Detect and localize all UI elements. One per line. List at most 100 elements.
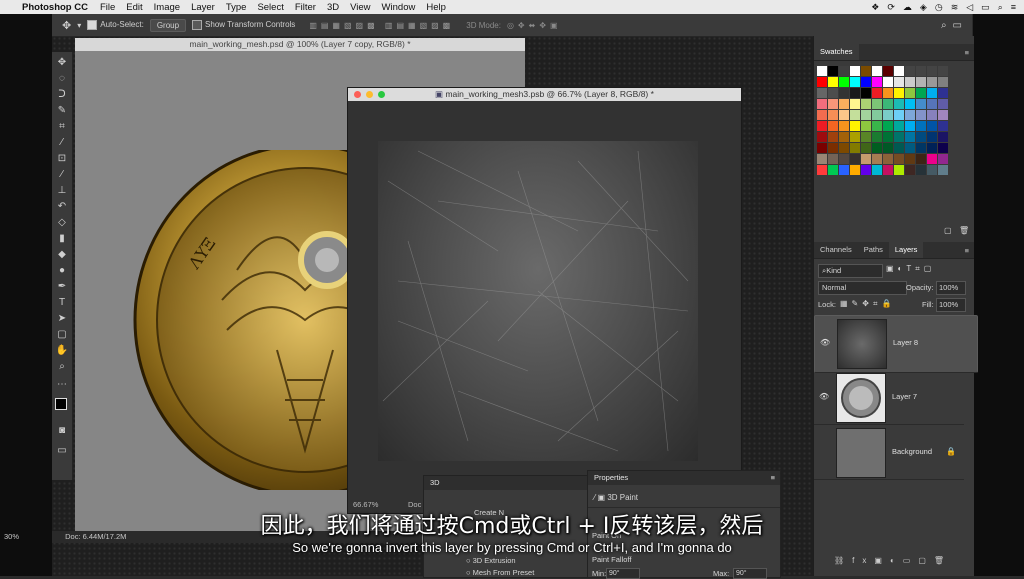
tab-3d[interactable]: 3D	[430, 478, 440, 487]
3d-paint-mode[interactable]: ⁄ ▣ 3D Paint	[594, 493, 638, 502]
color-swatch[interactable]	[883, 66, 893, 76]
layer-filter-kind-dropdown[interactable]: ⌕Kind	[818, 264, 883, 278]
color-swatch[interactable]	[872, 77, 882, 87]
color-swatch[interactable]	[850, 154, 860, 164]
screen-mode-icon[interactable]: ▭	[55, 444, 69, 458]
color-swatch[interactable]	[938, 99, 948, 109]
color-swatch[interactable]	[927, 143, 937, 153]
blur-tool-icon[interactable]: ◆	[55, 248, 69, 262]
color-swatch[interactable]	[839, 99, 849, 109]
color-swatch[interactable]	[905, 88, 915, 98]
eraser-tool-icon[interactable]: ◇	[55, 216, 69, 230]
color-swatch[interactable]	[916, 143, 926, 153]
color-swatch[interactable]	[894, 143, 904, 153]
delete-swatch-icon[interactable]: 🗑	[959, 226, 969, 235]
color-swatch[interactable]	[839, 154, 849, 164]
brush-tool-icon[interactable]: ∕	[55, 168, 69, 182]
color-swatch[interactable]	[828, 88, 838, 98]
eye-icon[interactable]: 👁	[820, 338, 830, 347]
color-swatch[interactable]	[927, 99, 937, 109]
tab-layers[interactable]: Layers	[888, 242, 924, 258]
shield-icon[interactable]: ◈	[920, 2, 927, 13]
properties-menu-icon[interactable]: ≡	[771, 471, 775, 485]
color-swatch[interactable]	[828, 132, 838, 142]
color-swatch[interactable]	[861, 88, 871, 98]
color-swatch[interactable]	[850, 165, 860, 175]
cloud-icon[interactable]: ☁	[903, 2, 912, 13]
workspace-switcher-icon[interactable]: ▭	[953, 20, 962, 31]
color-swatch[interactable]	[861, 66, 871, 76]
sync-icon[interactable]: ⟳	[887, 2, 895, 13]
minimize-button[interactable]	[366, 91, 373, 98]
menu-view[interactable]: View	[350, 2, 370, 13]
zoom-tool-icon[interactable]: ⌕	[55, 360, 69, 374]
color-swatch[interactable]	[872, 143, 882, 153]
color-swatch[interactable]	[828, 66, 838, 76]
color-swatch[interactable]	[872, 154, 882, 164]
color-swatch[interactable]	[817, 154, 827, 164]
color-swatch[interactable]	[883, 99, 893, 109]
color-swatch[interactable]	[817, 110, 827, 120]
color-swatch[interactable]	[927, 154, 937, 164]
menu-3d[interactable]: 3D	[327, 2, 339, 13]
color-swatch[interactable]	[861, 143, 871, 153]
color-swatch[interactable]	[894, 154, 904, 164]
color-swatch[interactable]	[839, 77, 849, 87]
color-swatch[interactable]	[894, 110, 904, 120]
healing-tool-icon[interactable]: ⊡	[55, 152, 69, 166]
color-swatch[interactable]	[839, 66, 849, 76]
layer-row-layer-7[interactable]: 👁 Layer 7	[814, 370, 964, 425]
color-swatch[interactable]	[817, 121, 827, 131]
layer-row-layer-8[interactable]: 👁 Layer 8	[814, 315, 978, 373]
color-swatch[interactable]	[828, 143, 838, 153]
color-swatch[interactable]	[839, 88, 849, 98]
color-swatch[interactable]	[861, 132, 871, 142]
color-swatch[interactable]	[894, 165, 904, 175]
color-swatch[interactable]	[938, 88, 948, 98]
eye-icon[interactable]: 👁	[819, 392, 829, 401]
color-swatch[interactable]	[916, 66, 926, 76]
auto-select-checkbox[interactable]: Auto-Select:	[87, 20, 144, 30]
color-swatch[interactable]	[839, 132, 849, 142]
menu-window[interactable]: Window	[382, 2, 416, 13]
menu-help[interactable]: Help	[426, 2, 446, 13]
color-swatch[interactable]	[905, 110, 915, 120]
color-swatch[interactable]	[916, 77, 926, 87]
color-swatch[interactable]	[861, 110, 871, 120]
color-swatch[interactable]	[905, 132, 915, 142]
color-swatch[interactable]	[938, 66, 948, 76]
max-input[interactable]: 90°	[733, 568, 767, 579]
eyedropper-tool-icon[interactable]: ⁄	[55, 136, 69, 150]
color-swatch[interactable]	[817, 66, 827, 76]
color-swatch[interactable]	[883, 121, 893, 131]
layer-filter-icons[interactable]: ▣◐T⌗▢	[886, 264, 935, 274]
color-swatch[interactable]	[828, 99, 838, 109]
color-swatch[interactable]	[872, 165, 882, 175]
color-swatch[interactable]	[850, 99, 860, 109]
color-swatch[interactable]	[850, 77, 860, 87]
color-swatch[interactable]	[817, 99, 827, 109]
document-title-2[interactable]: ▣ main_working_mesh3.psb @ 66.7% (Layer …	[348, 88, 741, 101]
color-swatch[interactable]	[883, 143, 893, 153]
layer-name[interactable]: Layer 8	[893, 338, 918, 347]
color-swatch[interactable]	[883, 88, 893, 98]
color-swatch[interactable]	[850, 143, 860, 153]
color-swatch[interactable]	[916, 121, 926, 131]
color-swatch[interactable]	[850, 132, 860, 142]
color-swatch[interactable]	[872, 132, 882, 142]
color-swatch[interactable]	[850, 121, 860, 131]
lasso-tool-icon[interactable]: ᑐ	[55, 88, 69, 102]
workspace-search-icon[interactable]: ⌕	[941, 20, 947, 31]
color-swatch[interactable]	[905, 165, 915, 175]
shape-tool-icon[interactable]: ▢	[55, 328, 69, 342]
color-swatch[interactable]	[817, 77, 827, 87]
color-swatch[interactable]	[850, 88, 860, 98]
color-swatch[interactable]	[872, 88, 882, 98]
color-swatch[interactable]	[861, 77, 871, 87]
color-swatch[interactable]	[938, 121, 948, 131]
color-swatch[interactable]	[861, 165, 871, 175]
move-tool-icon[interactable]: ✥	[55, 56, 69, 70]
menu-file[interactable]: File	[100, 2, 115, 13]
color-swatch[interactable]	[883, 165, 893, 175]
tab-swatches[interactable]: Swatches	[814, 44, 859, 60]
